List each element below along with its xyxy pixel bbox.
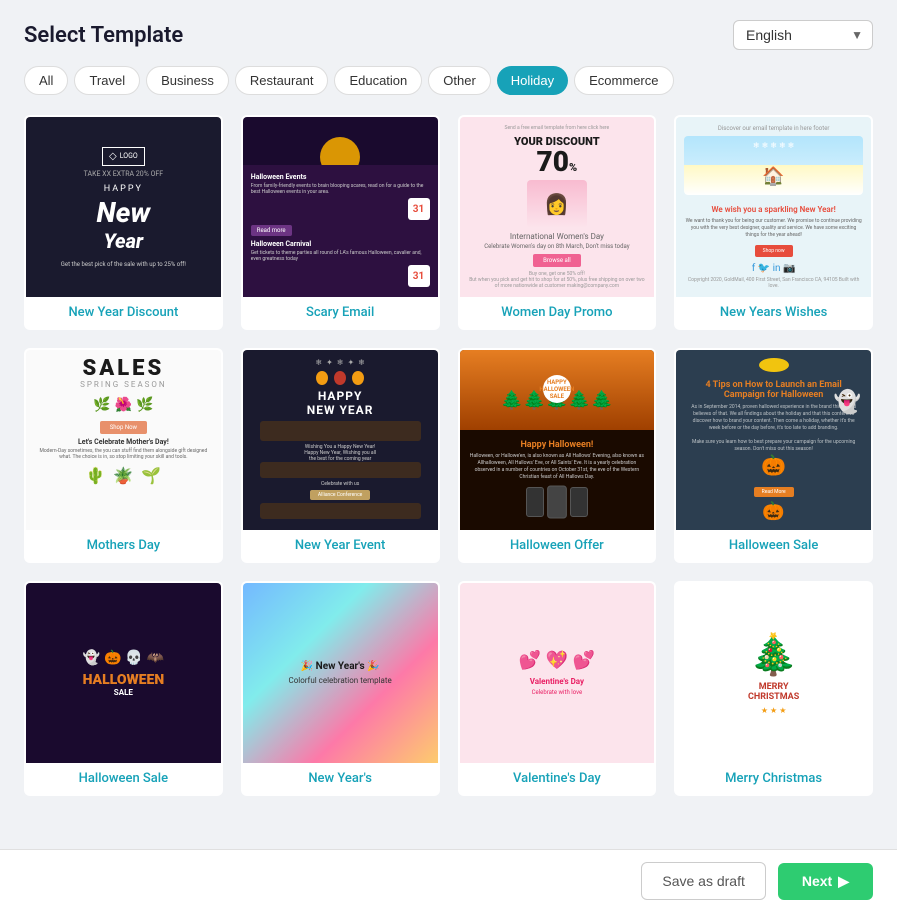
template-thumbnail: 🌲🌲🌲🌲🌲 HAPPYHALLOWEENSALE Happy Halloween… bbox=[460, 350, 655, 530]
thumb-new-year-discount: ◇ LOGO TAKE XX EXTRA 20% OFF HAPPY New Y… bbox=[26, 117, 221, 297]
template-label-scary-email: Scary Email bbox=[243, 297, 438, 328]
filter-tab-travel[interactable]: Travel bbox=[74, 66, 140, 95]
template-thumbnail: 💕 💖 💕 Valentine's Day Celebrate with lov… bbox=[460, 583, 655, 763]
template-grid: ◇ LOGO TAKE XX EXTRA 20% OFF HAPPY New Y… bbox=[24, 115, 873, 796]
thumb-women-day: Send a free email template from here cli… bbox=[460, 117, 655, 297]
template-thumbnail: Send a free email template from here cli… bbox=[460, 117, 655, 297]
template-card-halloween-sale2[interactable]: 👻🎃💀🦇 HALLOWEEN SALE Halloween Sale bbox=[24, 581, 223, 796]
template-label-halloween-sale: Halloween Sale bbox=[676, 530, 871, 561]
thumb-new-year-wishes: Discover our email template in here foot… bbox=[676, 117, 871, 297]
filter-tab-other[interactable]: Other bbox=[428, 66, 491, 95]
template-card-halloween-sale[interactable]: 👻 4 Tips on How to Launch an EmailCampai… bbox=[674, 348, 873, 563]
template-thumbnail: ❄✦❄✦❄ HAPPYNEW YEAR Wishing You a Happy … bbox=[243, 350, 438, 530]
bottom-bar: Save as draft Next ▶ bbox=[0, 849, 897, 912]
template-thumbnail: Discover our email template in here foot… bbox=[676, 117, 871, 297]
filter-tabs: All Travel Business Restaurant Education… bbox=[24, 66, 873, 95]
filter-tab-restaurant[interactable]: Restaurant bbox=[235, 66, 329, 95]
template-thumbnail: 🎉 New Year's 🎉 Colorful celebration temp… bbox=[243, 583, 438, 763]
template-thumbnail: SALES SPRING SEASON 🌿 🌺 🌿 Shop Now Let's… bbox=[26, 350, 221, 530]
thumb-mothers-day: SALES SPRING SEASON 🌿 🌺 🌿 Shop Now Let's… bbox=[26, 350, 221, 530]
template-card-women-day[interactable]: Send a free email template from here cli… bbox=[458, 115, 657, 330]
language-select-wrapper[interactable]: EnglishFrenchSpanishGerman ▼ bbox=[733, 20, 873, 50]
filter-tab-education[interactable]: Education bbox=[334, 66, 422, 95]
page-container: Select Template EnglishFrenchSpanishGerm… bbox=[0, 0, 897, 896]
language-select[interactable]: EnglishFrenchSpanishGerman bbox=[733, 20, 873, 50]
filter-tab-ecommerce[interactable]: Ecommerce bbox=[574, 66, 673, 95]
template-label-merry-christmas: Merry Christmas bbox=[676, 763, 871, 794]
template-thumbnail: 🎄 MERRYCHRISTMAS ★ ★ ★ bbox=[676, 583, 871, 763]
next-button-label: Next bbox=[802, 873, 832, 889]
template-label-women-day: Women Day Promo bbox=[460, 297, 655, 328]
thumb-halloween-offer: 🌲🌲🌲🌲🌲 HAPPYHALLOWEENSALE Happy Halloween… bbox=[460, 350, 655, 530]
header-row: Select Template EnglishFrenchSpanishGerm… bbox=[24, 20, 873, 50]
template-label-mothers-day: Mothers Day bbox=[26, 530, 221, 561]
template-label-valentines: Valentine's Day bbox=[460, 763, 655, 794]
thumb-halloween-sale: 👻 4 Tips on How to Launch an EmailCampai… bbox=[676, 350, 871, 530]
template-card-scary-email[interactable]: The Ultimate Halloween Guide Have you ma… bbox=[241, 115, 440, 330]
template-card-new-years2[interactable]: 🎉 New Year's 🎉 Colorful celebration temp… bbox=[241, 581, 440, 796]
template-thumbnail: The Ultimate Halloween Guide Have you ma… bbox=[243, 117, 438, 297]
thumb-new-years: 🎉 New Year's 🎉 Colorful celebration temp… bbox=[243, 583, 438, 763]
thumb-merry-christmas: 🎄 MERRYCHRISTMAS ★ ★ ★ bbox=[676, 583, 871, 763]
filter-tab-holiday[interactable]: Holiday bbox=[497, 66, 568, 95]
thumb-new-year-event: ❄✦❄✦❄ HAPPYNEW YEAR Wishing You a Happy … bbox=[243, 350, 438, 530]
template-card-halloween-offer[interactable]: 🌲🌲🌲🌲🌲 HAPPYHALLOWEENSALE Happy Halloween… bbox=[458, 348, 657, 563]
save-as-draft-button[interactable]: Save as draft bbox=[641, 862, 766, 900]
template-label-halloween-sale2: Halloween Sale bbox=[26, 763, 221, 794]
template-card-merry-christmas[interactable]: 🎄 MERRYCHRISTMAS ★ ★ ★ Merry Christmas bbox=[674, 581, 873, 796]
thumb-scary-email: The Ultimate Halloween Guide Have you ma… bbox=[243, 117, 438, 297]
template-label-new-year-event: New Year Event bbox=[243, 530, 438, 561]
template-card-new-years-wishes[interactable]: Discover our email template in here foot… bbox=[674, 115, 873, 330]
next-arrow-icon: ▶ bbox=[838, 873, 849, 890]
template-label-new-years2: New Year's bbox=[243, 763, 438, 794]
template-label-new-year-discount: New Year Discount bbox=[26, 297, 221, 328]
thumb-halloween-sale2: 👻🎃💀🦇 HALLOWEEN SALE bbox=[26, 583, 221, 763]
template-thumbnail: 👻 4 Tips on How to Launch an EmailCampai… bbox=[676, 350, 871, 530]
filter-tab-all[interactable]: All bbox=[24, 66, 68, 95]
template-card-new-year-discount[interactable]: ◇ LOGO TAKE XX EXTRA 20% OFF HAPPY New Y… bbox=[24, 115, 223, 330]
template-thumbnail: ◇ LOGO TAKE XX EXTRA 20% OFF HAPPY New Y… bbox=[26, 117, 221, 297]
template-thumbnail: 👻🎃💀🦇 HALLOWEEN SALE bbox=[26, 583, 221, 763]
template-label-new-years-wishes: New Years Wishes bbox=[676, 297, 871, 328]
template-card-new-year-event[interactable]: ❄✦❄✦❄ HAPPYNEW YEAR Wishing You a Happy … bbox=[241, 348, 440, 563]
page-title: Select Template bbox=[24, 23, 183, 48]
template-card-valentines[interactable]: 💕 💖 💕 Valentine's Day Celebrate with lov… bbox=[458, 581, 657, 796]
thumb-valentines: 💕 💖 💕 Valentine's Day Celebrate with lov… bbox=[460, 583, 655, 763]
filter-tab-business[interactable]: Business bbox=[146, 66, 229, 95]
template-label-halloween-offer: Halloween Offer bbox=[460, 530, 655, 561]
next-button[interactable]: Next ▶ bbox=[778, 863, 873, 900]
template-card-mothers-day[interactable]: SALES SPRING SEASON 🌿 🌺 🌿 Shop Now Let's… bbox=[24, 348, 223, 563]
